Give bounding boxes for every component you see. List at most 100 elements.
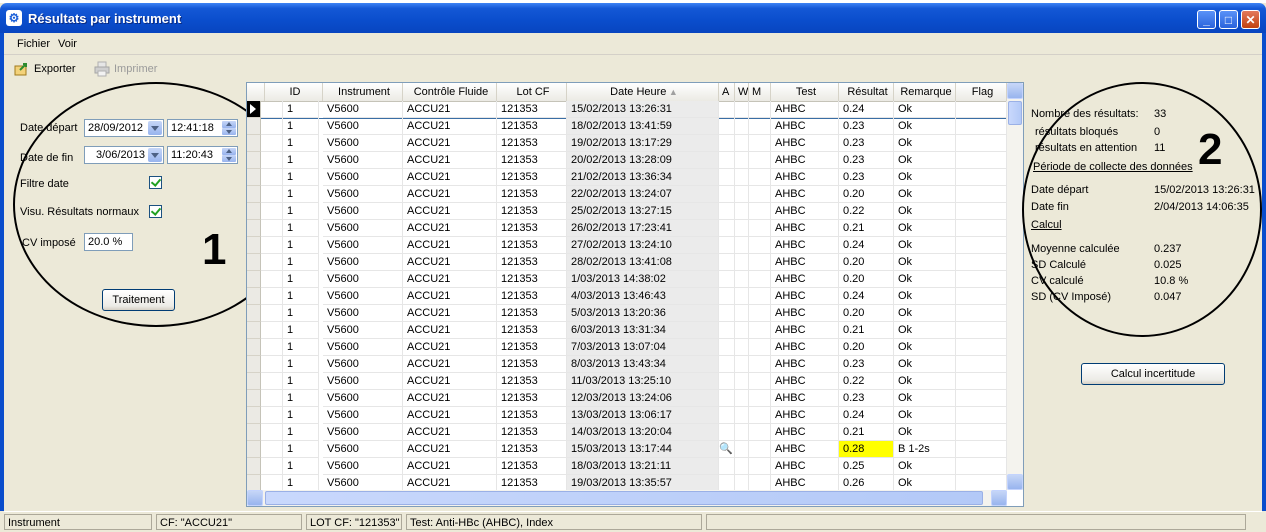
row-selector[interactable] [247, 271, 261, 288]
magnifier-icon[interactable]: 🔍 [719, 443, 733, 455]
date-depart-picker[interactable]: 28/09/2012 [84, 119, 164, 137]
row-selector[interactable] [247, 254, 261, 271]
scroll-right-button[interactable] [991, 490, 1007, 506]
table-row[interactable]: 1 V5600 ACCU21 121353 28/02/2013 13:41:08 AHB… [247, 254, 1007, 271]
table-row[interactable]: 1 V5600 ACCU21 121353 1/03/2013 14:38:02 AHBC… [247, 271, 1007, 288]
chevron-down-icon[interactable] [148, 148, 162, 162]
results-grid[interactable]: ID Instrument Contrôle Fluide Lot CF Date He… [246, 82, 1024, 507]
column-header-a[interactable]: A [719, 83, 735, 101]
table-row[interactable]: 1 V5600 ACCU21 121353 13/03/2013 13:06:17 AHB… [247, 407, 1007, 424]
spin-up-icon[interactable] [222, 148, 236, 155]
column-header-date-heure[interactable]: Date Heure ▲ [567, 83, 719, 101]
row-selector[interactable] [247, 152, 261, 169]
column-header-controle-fluide[interactable]: Contrôle Fluide [403, 83, 497, 101]
scroll-up-button[interactable] [1007, 83, 1023, 99]
row-selector[interactable] [247, 220, 261, 237]
table-row[interactable]: 1 V5600 ACCU21 121353 11/03/2013 13:25:10 AHB… [247, 373, 1007, 390]
row-selector[interactable] [247, 288, 261, 305]
table-row[interactable]: 1 V5600 ACCU21 121353 18/02/2013 13:41:59 AHB… [247, 118, 1007, 135]
table-row[interactable]: 1 V5600 ACCU21 121353 4/03/2013 13:46:43 AHBC… [247, 288, 1007, 305]
spin-buttons[interactable] [222, 148, 236, 162]
spin-up-icon[interactable] [222, 121, 236, 128]
close-button[interactable]: ✕ [1241, 10, 1260, 29]
table-row[interactable]: 1 V5600 ACCU21 121353 8/03/2013 13:43:34 AHBC… [247, 356, 1007, 373]
column-header-m[interactable]: M [749, 83, 771, 101]
table-row[interactable]: 1 V5600 ACCU21 121353 18/03/2013 13:21:11 AHB… [247, 458, 1007, 475]
table-row[interactable]: 1 V5600 ACCU21 121353 25/02/2013 13:27:15 AHB… [247, 203, 1007, 220]
table-row[interactable]: 1 V5600 ACCU21 121353 7/03/2013 13:07:04 AHBC… [247, 339, 1007, 356]
row-selector[interactable] [247, 424, 261, 441]
table-row[interactable]: 1 V5600 ACCU21 121353 5/03/2013 13:20:36 AHBC… [247, 305, 1007, 322]
filtre-date-checkbox[interactable] [149, 176, 162, 189]
row-selector[interactable] [247, 237, 261, 254]
maximize-button[interactable]: □ [1219, 10, 1238, 29]
cell-m [749, 424, 771, 441]
table-row[interactable]: 1 V5600 ACCU21 121353 21/02/2013 13:36:34 AHB… [247, 169, 1007, 186]
row-selector[interactable] [247, 169, 261, 186]
table-row[interactable]: 1 V5600 ACCU21 121353 14/03/2013 13:20:04 AHB… [247, 424, 1007, 441]
calcul-incertitude-button[interactable]: Calcul incertitude [1081, 363, 1225, 385]
table-row[interactable]: 1 V5600 ACCU21 121353 20/02/2013 13:28:09 AHB… [247, 152, 1007, 169]
chevron-down-icon[interactable] [148, 121, 162, 135]
annotation-number-1: 1 [202, 225, 227, 274]
horizontal-scrollbar[interactable] [247, 490, 1007, 506]
date-fin-picker[interactable]: 3/06/2013 [84, 146, 164, 164]
table-row[interactable]: 1 V5600 ACCU21 121353 15/02/2013 13:26:31 AHB… [247, 101, 1007, 119]
period-link[interactable]: Période de collecte des données [1033, 161, 1193, 173]
time-fin-spinner[interactable]: 11:20:43 [167, 146, 238, 164]
row-selector[interactable] [247, 203, 261, 220]
vertical-scroll-thumb[interactable] [1008, 101, 1022, 125]
column-header-instrument[interactable]: Instrument [323, 83, 403, 101]
table-row[interactable]: 1 V5600 ACCU21 121353 19/02/2013 13:17:29 AHB… [247, 135, 1007, 152]
print-button[interactable]: Imprimer [94, 60, 157, 78]
title-bar[interactable]: ⚙ Résultats par instrument _ □ ✕ [0, 3, 1266, 33]
spin-down-icon[interactable] [222, 155, 236, 162]
vertical-scrollbar[interactable] [1007, 83, 1023, 490]
column-header-flag[interactable]: Flag [956, 83, 1007, 101]
spin-buttons[interactable] [222, 121, 236, 135]
table-row[interactable]: 1 V5600 ACCU21 121353 6/03/2013 13:31:34 AHBC… [247, 322, 1007, 339]
minimize-button[interactable]: _ [1197, 10, 1216, 29]
visu-checkbox[interactable] [149, 205, 162, 218]
traitement-button[interactable]: Traitement [102, 289, 175, 311]
row-selector[interactable] [247, 441, 261, 458]
column-header-test[interactable]: Test [771, 83, 839, 101]
column-header-remarque[interactable]: Remarque [894, 83, 956, 101]
scroll-left-button[interactable] [247, 490, 263, 506]
menu-fichier[interactable]: Fichier [17, 38, 50, 50]
cell-a [719, 152, 735, 169]
table-row[interactable]: 1 V5600 ACCU21 121353 26/02/2013 17:23:41 AHB… [247, 220, 1007, 237]
table-row[interactable]: 1 V5600 ACCU21 121353 22/02/2013 13:24:07 AHB… [247, 186, 1007, 203]
row-selector[interactable] [247, 407, 261, 424]
column-header-w[interactable]: W [735, 83, 749, 101]
column-header-resultat[interactable]: Résultat [839, 83, 894, 101]
spin-down-icon[interactable] [222, 128, 236, 135]
cell-controle-fluide: ACCU21 [403, 186, 497, 203]
row-selector[interactable] [247, 356, 261, 373]
row-selector[interactable] [247, 305, 261, 322]
table-row[interactable]: 1 V5600 ACCU21 121353 12/03/2013 13:24:06 AHB… [247, 390, 1007, 407]
row-selector[interactable] [247, 390, 261, 407]
time-depart-spinner[interactable]: 12:41:18 [167, 119, 238, 137]
calcul-link[interactable]: Calcul [1031, 219, 1062, 231]
row-selector[interactable] [247, 101, 261, 118]
table-row[interactable]: 1 V5600 ACCU21 121353 15/03/2013 13:17:44 🔍 AH… [247, 441, 1007, 458]
column-header-lot-cf[interactable]: Lot CF [497, 83, 567, 101]
row-spacer [261, 203, 283, 220]
row-selector[interactable] [247, 322, 261, 339]
cell-controle-fluide: ACCU21 [403, 237, 497, 254]
row-selector[interactable] [247, 458, 261, 475]
column-header-id[interactable]: ID [265, 83, 323, 101]
row-selector[interactable] [247, 339, 261, 356]
menu-voir[interactable]: Voir [58, 38, 77, 50]
row-selector[interactable] [247, 118, 261, 135]
table-row[interactable]: 1 V5600 ACCU21 121353 27/02/2013 13:24:10 AHB… [247, 237, 1007, 254]
row-selector[interactable] [247, 186, 261, 203]
row-selector[interactable] [247, 373, 261, 390]
time-depart-value: 12:41:18 [171, 122, 214, 134]
row-selector[interactable] [247, 135, 261, 152]
export-button[interactable]: Exporter [14, 60, 76, 78]
horizontal-scroll-thumb[interactable] [265, 491, 983, 505]
scroll-down-button[interactable] [1007, 474, 1023, 490]
cv-impose-input[interactable]: 20.0 % [84, 233, 133, 251]
